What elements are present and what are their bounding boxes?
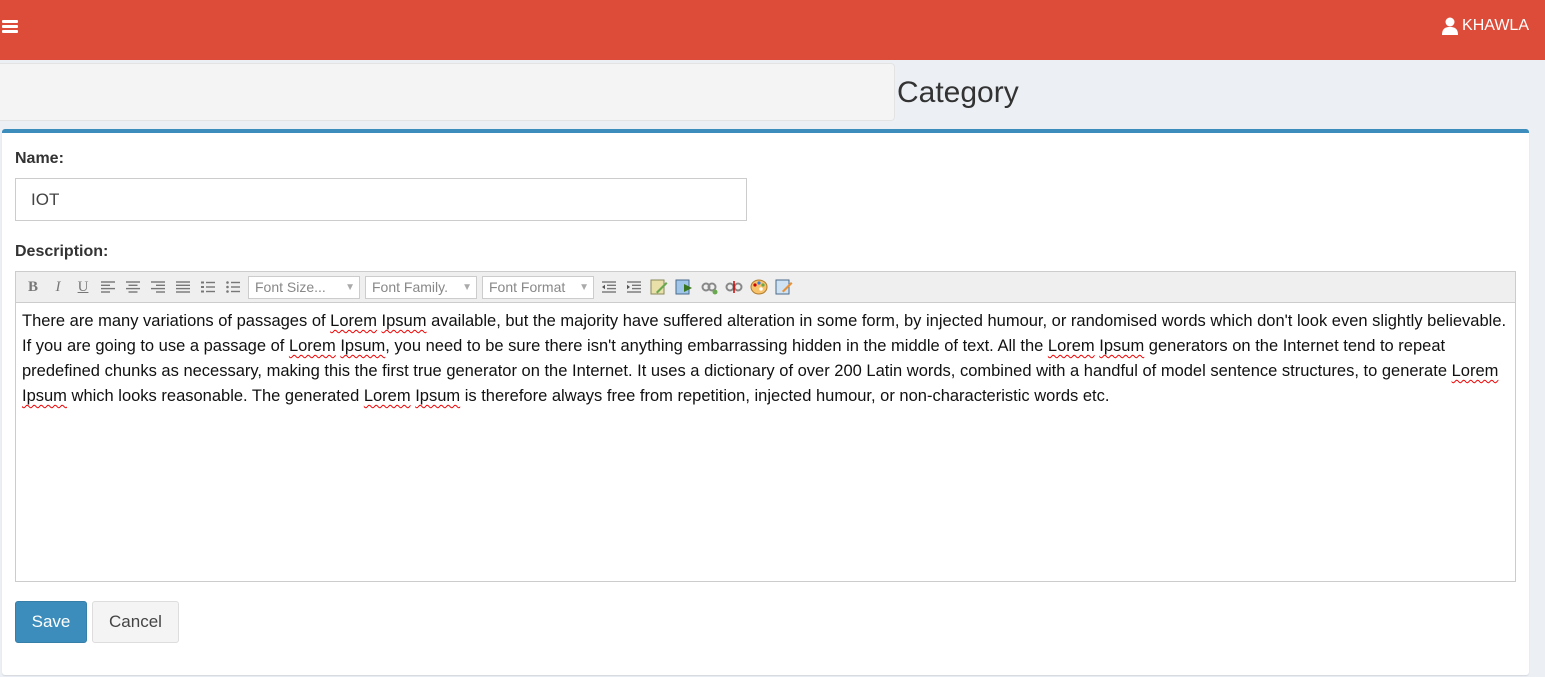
description-label: Description: xyxy=(15,243,109,260)
justify-button[interactable] xyxy=(172,276,194,298)
insert-image-button[interactable] xyxy=(673,276,695,298)
spellcheck-word: Lorem xyxy=(330,312,377,330)
insert-link-button[interactable] xyxy=(698,276,720,298)
color-palette-button[interactable] xyxy=(748,276,770,298)
palette-icon xyxy=(750,279,768,295)
name-input[interactable] xyxy=(15,178,747,221)
editor-toolbar: B I U Font Size... ▼ Font Family. ▼ Font… xyxy=(16,272,1515,303)
category-form-box: Name: Description: B I U xyxy=(2,129,1529,675)
user-name: KHAWLA xyxy=(1462,17,1529,34)
align-left-icon xyxy=(101,281,115,293)
justify-icon xyxy=(176,281,190,293)
ordered-list-button[interactable] xyxy=(197,276,219,298)
chevron-down-icon: ▼ xyxy=(345,281,355,293)
user-icon xyxy=(1442,17,1459,35)
spellcheck-word: Ipsum xyxy=(1099,337,1145,355)
description-text: which looks reasonable. The generated xyxy=(66,387,364,405)
header-panel xyxy=(0,63,895,121)
spellcheck-word: Lorem xyxy=(1047,337,1095,355)
spellcheck-word: Ipsum xyxy=(22,387,67,405)
user-menu[interactable]: KHAWLA xyxy=(1442,17,1529,35)
save-button[interactable]: Save xyxy=(15,601,87,643)
link-icon xyxy=(701,282,718,295)
bold-button[interactable]: B xyxy=(22,276,44,298)
spellcheck-word: Ipsum xyxy=(415,387,461,405)
chevron-down-icon: ▼ xyxy=(579,281,589,293)
outdent-button[interactable] xyxy=(598,276,620,298)
hamburger-menu-icon[interactable] xyxy=(2,20,18,34)
align-left-button[interactable] xyxy=(97,276,119,298)
description-text: , you need to be sure there isn't anythi… xyxy=(385,337,1048,355)
name-label: Name: xyxy=(15,150,64,167)
align-center-button[interactable] xyxy=(122,276,144,298)
edit-html-icon xyxy=(775,279,793,295)
editor-content[interactable]: There are many variations of passages of… xyxy=(16,303,1515,415)
rich-text-editor: B I U Font Size... ▼ Font Family. ▼ Font… xyxy=(15,271,1516,582)
font-size-value: Font Size... xyxy=(255,279,326,295)
indent-button[interactable] xyxy=(623,276,645,298)
font-family-select[interactable]: Font Family. ▼ xyxy=(365,275,477,299)
unordered-list-icon xyxy=(226,281,240,293)
spellcheck-word: Lorem xyxy=(363,387,411,405)
underline-button[interactable]: U xyxy=(72,276,94,298)
description-text: is therefore always free from repetition… xyxy=(460,387,1110,405)
unlink-icon xyxy=(725,281,743,293)
edit-image-icon xyxy=(650,279,668,295)
ordered-list-icon xyxy=(201,281,215,293)
edit-image-button[interactable] xyxy=(648,276,670,298)
align-right-button[interactable] xyxy=(147,276,169,298)
font-format-value: Font Format xyxy=(489,279,566,295)
indent-icon xyxy=(627,281,641,293)
unlink-button[interactable] xyxy=(723,276,745,298)
description-text: There are many variations of passages of xyxy=(22,312,331,330)
chevron-down-icon: ▼ xyxy=(462,281,472,293)
font-format-select[interactable]: Font Format ▼ xyxy=(482,275,594,299)
outdent-icon xyxy=(602,281,616,293)
html-source-button[interactable] xyxy=(773,276,795,298)
spellcheck-word: Ipsum xyxy=(381,312,427,330)
spellcheck-word: Ipsum xyxy=(340,337,386,355)
spellcheck-word: Lorem xyxy=(288,337,336,355)
align-center-icon xyxy=(126,281,140,293)
align-right-icon xyxy=(151,281,165,293)
insert-image-icon xyxy=(675,279,692,295)
top-navbar: KHAWLA xyxy=(0,0,1545,60)
page-title: Category xyxy=(897,76,1019,109)
font-family-value: Font Family. xyxy=(372,279,448,295)
spellcheck-word: Lorem xyxy=(1451,362,1499,380)
cancel-button[interactable]: Cancel xyxy=(92,601,179,643)
font-size-select[interactable]: Font Size... ▼ xyxy=(248,275,360,299)
unordered-list-button[interactable] xyxy=(222,276,244,298)
italic-button[interactable]: I xyxy=(47,276,69,298)
